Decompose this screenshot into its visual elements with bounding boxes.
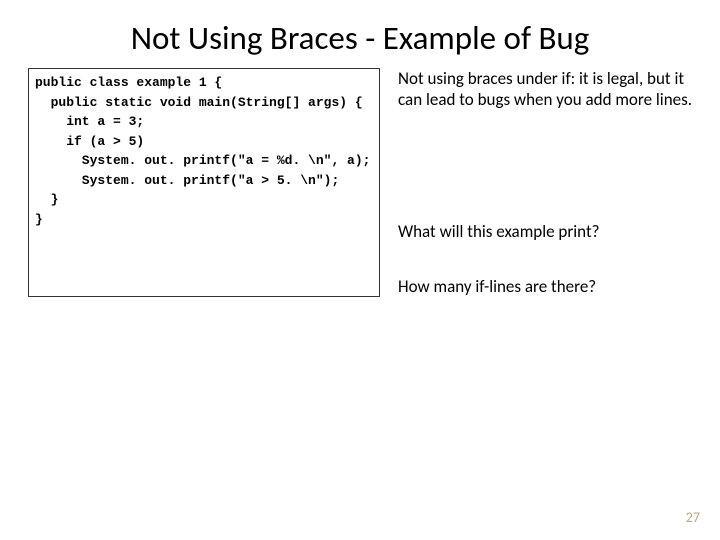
notes-column: Not using braces under if: it is legal, … — [398, 68, 698, 297]
page-number: 27 — [686, 509, 700, 526]
note-question-print: What will this example print? — [398, 221, 698, 242]
content-row: public class example 1 { public static v… — [0, 68, 720, 297]
slide: Not Using Braces - Example of Bug public… — [0, 0, 720, 540]
code-example: public class example 1 { public static v… — [28, 68, 380, 297]
note-question-iflines: How many if-lines are there? — [398, 276, 698, 297]
slide-title: Not Using Braces - Example of Bug — [0, 0, 720, 68]
note-braces-warning: Not using braces under if: it is legal, … — [398, 68, 698, 111]
